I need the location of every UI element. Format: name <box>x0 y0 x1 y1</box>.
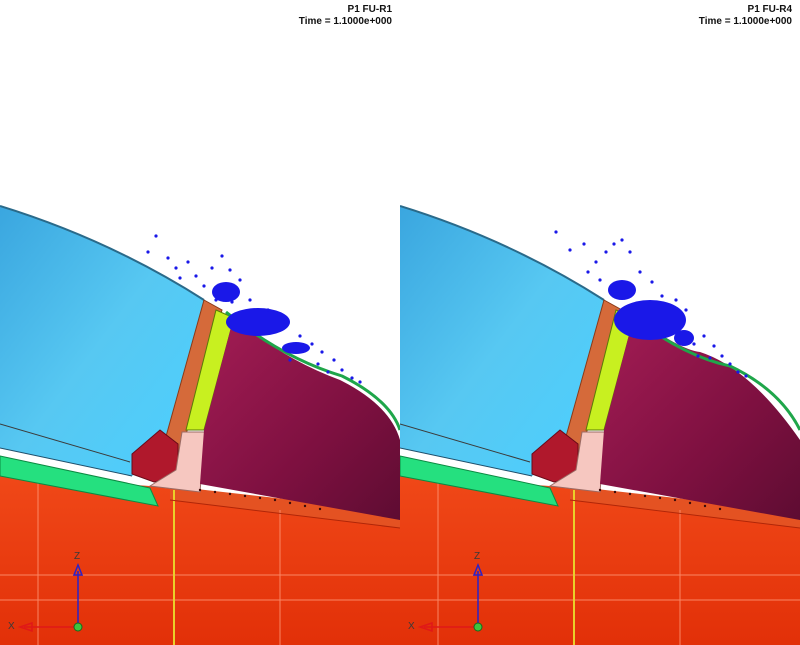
axis-triad-icon <box>417 562 484 633</box>
viewport-title: P1 FU-R4 <box>747 4 792 15</box>
x-axis-label: X <box>408 621 415 632</box>
axis-triad: Z X <box>0 545 100 645</box>
hud-overlay: P1 FU-R1 Time = 1.1000e+000 <box>299 4 392 28</box>
viewport-right[interactable]: P1 FU-R4 Time = 1.1000e+000 Z X <box>400 0 800 645</box>
axis-triad-icon <box>17 562 84 633</box>
hud-overlay: P1 FU-R4 Time = 1.1000e+000 <box>699 4 792 28</box>
x-axis-label: X <box>8 621 15 632</box>
z-axis-label: Z <box>74 551 81 562</box>
time-label: Time = 1.1000e+000 <box>298 16 392 27</box>
viewport-left[interactable]: P1 FU-R1 Time = 1.1000e+000 Z X <box>0 0 400 645</box>
z-axis-label: Z <box>474 551 481 562</box>
viewport-title: P1 FU-R1 <box>347 4 392 15</box>
time-label: Time = 1.1000e+000 <box>698 16 792 27</box>
axis-triad: Z X <box>400 545 500 645</box>
chamber <box>600 316 800 520</box>
